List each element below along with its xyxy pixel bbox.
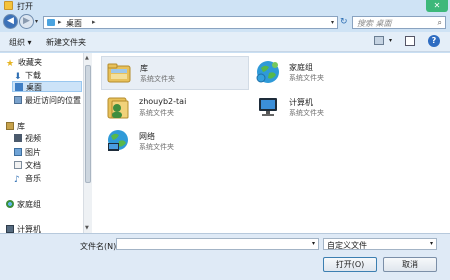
list-item[interactable]: zhouyb2-tai 系统文件夹: [101, 91, 249, 125]
search-icon[interactable]: ⌕: [438, 18, 442, 28]
preview-pane-icon[interactable]: [405, 36, 415, 46]
recent-locations-dropdown[interactable]: ▾: [35, 18, 38, 25]
sidebar-item-music[interactable]: ♪ 音乐: [14, 173, 41, 185]
window-title: 打开: [17, 2, 33, 11]
item-name: 家庭组: [289, 63, 313, 72]
breadcrumb-desktop[interactable]: 桌面: [66, 18, 82, 29]
filename-input[interactable]: ▾: [116, 238, 319, 250]
sidebar-item-downloads[interactable]: ⬇ 下载: [14, 70, 41, 82]
file-list: 库 系统文件夹 家庭组 系统文件夹 zhouyb2-tai 系统文件夹 计算机 …: [95, 53, 450, 233]
search-placeholder: 搜索 桌面: [357, 19, 392, 28]
forward-button[interactable]: ▶: [19, 14, 34, 29]
sidebar-item-documents[interactable]: 文档: [14, 160, 41, 171]
chevron-down-icon[interactable]: ▾: [312, 240, 315, 247]
organize-button[interactable]: 组织 ▾: [9, 37, 32, 48]
item-type: 系统文件夹: [139, 109, 174, 117]
sidebar-item-label: 桌面: [26, 83, 42, 92]
search-input[interactable]: 搜索 桌面 ⌕: [352, 16, 446, 29]
sidebar-item-label: 家庭组: [17, 200, 41, 209]
computer-icon: [6, 225, 14, 233]
download-icon: ⬇: [14, 72, 22, 82]
video-icon: [14, 134, 22, 142]
homegroup-icon: [256, 61, 279, 83]
sidebar-item-libraries[interactable]: 库: [6, 121, 25, 132]
folder-icon: [4, 1, 13, 10]
cancel-button[interactable]: 取消: [383, 257, 437, 272]
sidebar-item-recent-places[interactable]: 最近访问的位置: [14, 95, 81, 106]
sidebar-item-label: 下载: [25, 71, 41, 80]
filetype-value: 自定义文件: [327, 241, 367, 250]
help-icon[interactable]: ?: [428, 35, 440, 47]
sidebar-item-label: 图片: [25, 148, 41, 157]
scroll-thumb[interactable]: [85, 65, 91, 183]
music-icon: ♪: [14, 175, 20, 185]
desktop-icon: [47, 19, 55, 26]
address-bar[interactable]: ▸ 桌面 ▸ ▾: [43, 16, 338, 29]
item-name: zhouyb2-tai: [139, 97, 187, 106]
computer-icon: [259, 98, 277, 116]
item-name: 计算机: [289, 98, 313, 107]
breadcrumb-separator[interactable]: ▸: [58, 18, 62, 26]
view-icon[interactable]: [374, 36, 384, 45]
new-folder-button[interactable]: 新建文件夹: [46, 37, 86, 48]
sidebar-item-label: 收藏夹: [18, 58, 42, 67]
sidebar-item-label: 视频: [25, 134, 41, 143]
breadcrumb-separator[interactable]: ▸: [92, 18, 96, 26]
list-item[interactable]: 计算机 系统文件夹: [251, 91, 399, 125]
user-folder-icon: [107, 97, 129, 119]
network-icon: [108, 130, 128, 151]
address-dropdown[interactable]: ▾: [331, 19, 334, 26]
item-type: 系统文件夹: [289, 109, 324, 117]
list-item[interactable]: 网络 系统文件夹: [101, 125, 249, 159]
recent-places-icon: [14, 96, 22, 104]
scroll-up-icon[interactable]: ▲: [85, 55, 89, 61]
back-button[interactable]: ◀: [3, 14, 18, 29]
item-type: 系统文件夹: [140, 75, 175, 83]
sidebar-scrollbar[interactable]: ▲ ▼: [83, 53, 92, 233]
item-type: 系统文件夹: [139, 143, 174, 151]
sidebar-item-label: 文档: [25, 161, 41, 170]
toolbar: 组织 ▾ 新建文件夹 ▾ ?: [0, 32, 450, 52]
item-name: 网络: [139, 132, 155, 141]
library-icon: [107, 63, 131, 83]
sidebar-item-desktop[interactable]: 桌面: [12, 81, 82, 92]
address-row: ◀ ▶ ▾ ▸ 桌面 ▸ ▾ ↻ 搜索 桌面 ⌕: [0, 12, 450, 32]
list-item[interactable]: 库 系统文件夹: [101, 56, 249, 90]
chevron-down-icon[interactable]: ▾: [430, 240, 433, 247]
refresh-button[interactable]: ↻: [340, 17, 348, 27]
sidebar-item-computer[interactable]: 计算机: [6, 224, 41, 233]
open-button[interactable]: 打开(O): [323, 257, 377, 272]
library-icon: [6, 122, 14, 130]
item-type: 系统文件夹: [289, 74, 324, 82]
document-icon: [14, 161, 22, 169]
item-name: 库: [140, 64, 148, 73]
sidebar-item-label: 计算机: [17, 225, 41, 233]
star-icon: ★: [6, 59, 15, 69]
filename-label: 文件名(N):: [80, 242, 119, 251]
sidebar-item-favorites[interactable]: ★ 收藏夹: [6, 57, 42, 69]
sidebar-item-label: 音乐: [25, 174, 41, 183]
dialog-footer: 文件名(N): ▾ 自定义文件 ▾ 打开(O) 取消: [0, 233, 450, 280]
sidebar-item-videos[interactable]: 视频: [14, 133, 41, 144]
view-dropdown[interactable]: ▾: [389, 37, 392, 44]
sidebar-item-label: 库: [17, 122, 25, 131]
sidebar-item-pictures[interactable]: 图片: [14, 147, 41, 158]
list-item[interactable]: 家庭组 系统文件夹: [251, 56, 399, 90]
filetype-select[interactable]: 自定义文件 ▾: [323, 238, 437, 250]
homegroup-icon: [6, 200, 14, 208]
close-button[interactable]: ✕: [426, 0, 448, 12]
title-bar: 打开 ✕: [0, 0, 450, 12]
sidebar-item-homegroup[interactable]: 家庭组: [6, 199, 41, 210]
navigation-pane: ★ 收藏夹 ⬇ 下载 桌面 最近访问的位置 库 视频 图片 文档 ♪ 音乐 家庭组 计…: [0, 53, 95, 233]
sidebar-item-label: 最近访问的位置: [25, 96, 81, 105]
picture-icon: [14, 148, 22, 156]
desktop-icon: [15, 83, 23, 91]
scroll-down-icon[interactable]: ▼: [85, 225, 89, 231]
